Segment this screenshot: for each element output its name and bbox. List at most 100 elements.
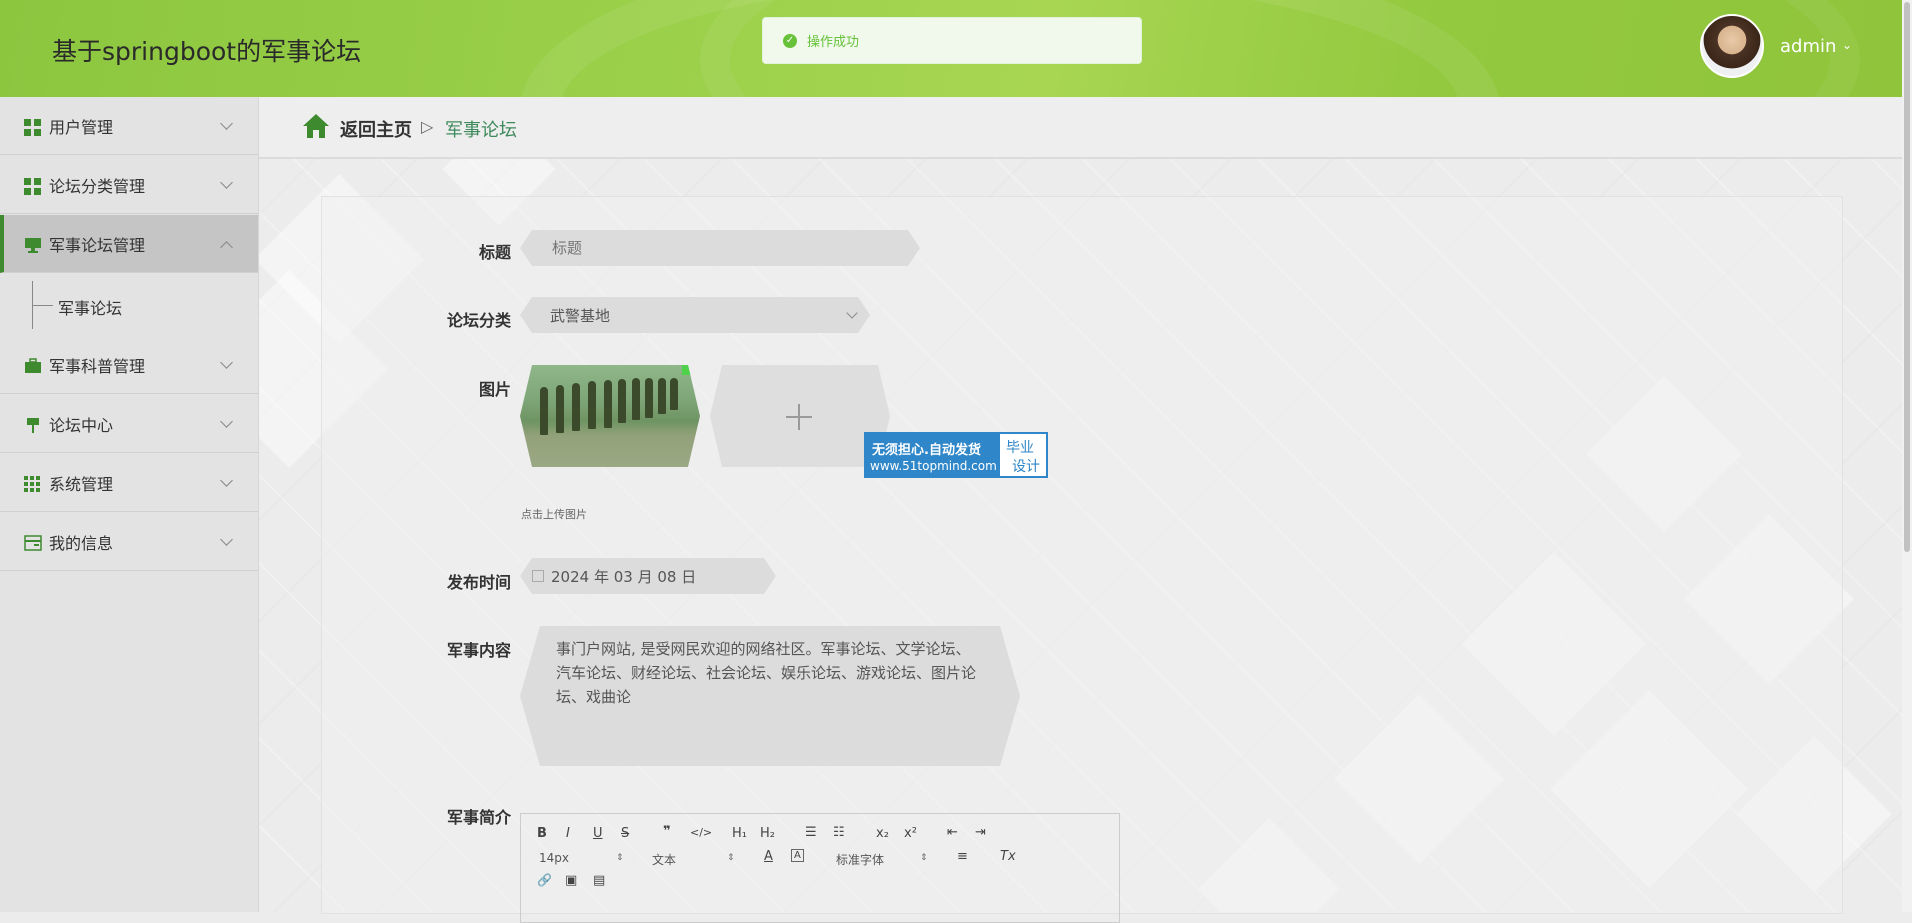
image-figure bbox=[572, 383, 580, 431]
pin-icon bbox=[27, 418, 39, 433]
date-picker[interactable]: 2024 年 03 月 08 日 bbox=[520, 558, 776, 594]
chevron-down-icon bbox=[220, 356, 233, 369]
sidebar-item-label: 论坛中心 bbox=[49, 415, 114, 435]
watermark-url: www.51topmind.com bbox=[870, 459, 997, 473]
subscript-button[interactable]: x₂ bbox=[876, 826, 889, 841]
image-figure bbox=[645, 378, 653, 418]
chevron-down-icon bbox=[220, 533, 233, 546]
check-circle-icon: ✓ bbox=[783, 33, 797, 48]
superscript-button[interactable]: x² bbox=[904, 826, 917, 841]
clean-format-button[interactable]: Tx bbox=[1000, 849, 1016, 864]
font-color-button[interactable]: A bbox=[764, 849, 773, 864]
bold-button[interactable]: B bbox=[537, 826, 547, 841]
image-figure bbox=[632, 378, 640, 420]
chevron-up-icon bbox=[220, 241, 233, 254]
sidebar-item-label: 用户管理 bbox=[49, 117, 114, 137]
italic-button[interactable]: I bbox=[566, 826, 570, 841]
image-figure bbox=[604, 380, 612, 428]
outdent-button[interactable]: ⇤ bbox=[947, 825, 958, 840]
sidebar-item-military-forum-management[interactable]: 军事论坛管理 bbox=[0, 215, 258, 273]
chevron-down-icon[interactable]: ⌄ bbox=[1842, 38, 1852, 52]
title-input[interactable] bbox=[550, 238, 920, 258]
briefcase-icon bbox=[25, 358, 41, 373]
sidebar-item-system-management[interactable]: 系统管理 bbox=[0, 454, 258, 512]
sort-caret-icon: ⇕ bbox=[727, 853, 735, 863]
chevron-down-icon bbox=[220, 176, 233, 189]
monitor-icon bbox=[25, 238, 41, 253]
indent-button[interactable]: ⇥ bbox=[975, 825, 986, 840]
chevron-down-icon bbox=[220, 415, 233, 428]
title-input-wrapper[interactable] bbox=[520, 230, 920, 266]
link-icon[interactable]: 🔗 bbox=[537, 873, 552, 887]
tree-line bbox=[33, 305, 53, 306]
background-color-button[interactable]: A bbox=[791, 849, 804, 862]
page-scrollbar[interactable] bbox=[1902, 0, 1912, 912]
video-icon[interactable]: ▤ bbox=[593, 873, 605, 888]
content-label: 军事内容 bbox=[446, 641, 511, 660]
scrollbar-thumb[interactable] bbox=[1904, 2, 1910, 552]
sidebar-item-label: 系统管理 bbox=[49, 474, 114, 494]
font-size-select[interactable]: 14px bbox=[539, 851, 569, 865]
image-icon[interactable]: ▣ bbox=[565, 873, 577, 888]
ordered-list-button[interactable]: ☰ bbox=[805, 825, 817, 840]
category-label: 论坛分类 bbox=[446, 311, 511, 330]
calendar-icon bbox=[532, 570, 544, 582]
user-dropdown[interactable]: admin bbox=[1780, 36, 1836, 57]
date-label: 发布时间 bbox=[446, 573, 511, 592]
breadcrumb-current: 军事论坛 bbox=[445, 120, 517, 141]
app-title: 基于springboot的军事论坛 bbox=[52, 37, 362, 66]
rich-text-editor[interactable] bbox=[520, 813, 1120, 923]
image-figure bbox=[658, 378, 666, 414]
underline-button[interactable]: U bbox=[593, 826, 603, 841]
watermark-badge-text: 毕业 bbox=[1006, 440, 1034, 456]
sidebar-item-science-management[interactable]: 军事科普管理 bbox=[0, 336, 258, 394]
dashboard-grid-icon bbox=[24, 119, 42, 136]
sidebar-subitem-label: 军事论坛 bbox=[58, 299, 123, 318]
intro-label: 军事简介 bbox=[446, 808, 511, 827]
breadcrumb-home-link[interactable]: 返回主页 bbox=[340, 116, 412, 142]
upload-tip: 点击上传图片 bbox=[521, 508, 587, 521]
home-icon[interactable] bbox=[302, 113, 330, 139]
watermark-badge-text: 设计 bbox=[1012, 459, 1040, 475]
chevron-down-icon bbox=[220, 474, 233, 487]
sidebar-item-user-management[interactable]: 用户管理 bbox=[0, 97, 258, 155]
sidebar-item-label: 军事论坛管理 bbox=[49, 235, 146, 255]
h1-button[interactable]: H₁ bbox=[732, 826, 747, 841]
align-button[interactable]: ≡ bbox=[957, 849, 968, 864]
image-figure bbox=[618, 379, 626, 423]
watermark-logo: 无须担心.自动发货 www.51topmind.com 毕业 设计 bbox=[864, 432, 1048, 478]
uploaded-image-thumbnail[interactable] bbox=[520, 365, 700, 467]
h2-button[interactable]: H₂ bbox=[760, 826, 775, 841]
sidebar-item-label: 军事科普管理 bbox=[49, 356, 146, 376]
sidebar-item-my-info[interactable]: 我的信息 bbox=[0, 513, 258, 571]
font-family-select[interactable]: 标准字体 bbox=[836, 851, 884, 868]
image-figure bbox=[556, 385, 564, 433]
content-textarea-value[interactable]: 事门户网站, 是受网民欢迎的网络社区。军事论坛、文学论坛、汽车论坛、财经论坛、社… bbox=[556, 637, 976, 709]
code-button[interactable]: </> bbox=[690, 826, 712, 839]
sidebar-subitem-military-forum[interactable]: 军事论坛 bbox=[0, 275, 258, 335]
watermark-text: 无须担心.自动发货 bbox=[872, 443, 981, 458]
sidebar-item-label: 我的信息 bbox=[49, 533, 114, 553]
category-select[interactable]: 武警基地 bbox=[520, 297, 870, 333]
image-label: 图片 bbox=[478, 380, 511, 399]
dashboard-grid-icon bbox=[24, 178, 42, 195]
avatar[interactable] bbox=[1700, 14, 1764, 78]
sidebar-item-forum-category[interactable]: 论坛分类管理 bbox=[0, 156, 258, 214]
breadcrumb-separator: ▷ bbox=[421, 117, 434, 136]
apps-grid-icon bbox=[24, 476, 42, 492]
strike-button[interactable]: S bbox=[621, 826, 629, 841]
toast-message: 操作成功 bbox=[807, 35, 860, 50]
header-format-select[interactable]: 文本 bbox=[652, 851, 676, 868]
quote-button[interactable]: ❞ bbox=[663, 824, 671, 839]
image-figure bbox=[588, 381, 596, 429]
date-value: 2024 年 03 月 08 日 bbox=[551, 567, 697, 586]
category-selected-value: 武警基地 bbox=[550, 306, 611, 325]
sidebar: 用户管理 论坛分类管理 军事论坛管理 军事论坛 军事科普管理 论坛中心 系统管理 bbox=[0, 97, 259, 912]
sort-caret-icon: ⇕ bbox=[920, 853, 928, 863]
plus-icon bbox=[798, 404, 800, 430]
sidebar-item-label: 论坛分类管理 bbox=[49, 176, 146, 196]
bullet-list-button[interactable]: ☷ bbox=[833, 825, 845, 840]
success-toast: ✓ 操作成功 bbox=[762, 17, 1142, 64]
title-label: 标题 bbox=[478, 243, 511, 262]
sidebar-item-forum-center[interactable]: 论坛中心 bbox=[0, 395, 258, 453]
